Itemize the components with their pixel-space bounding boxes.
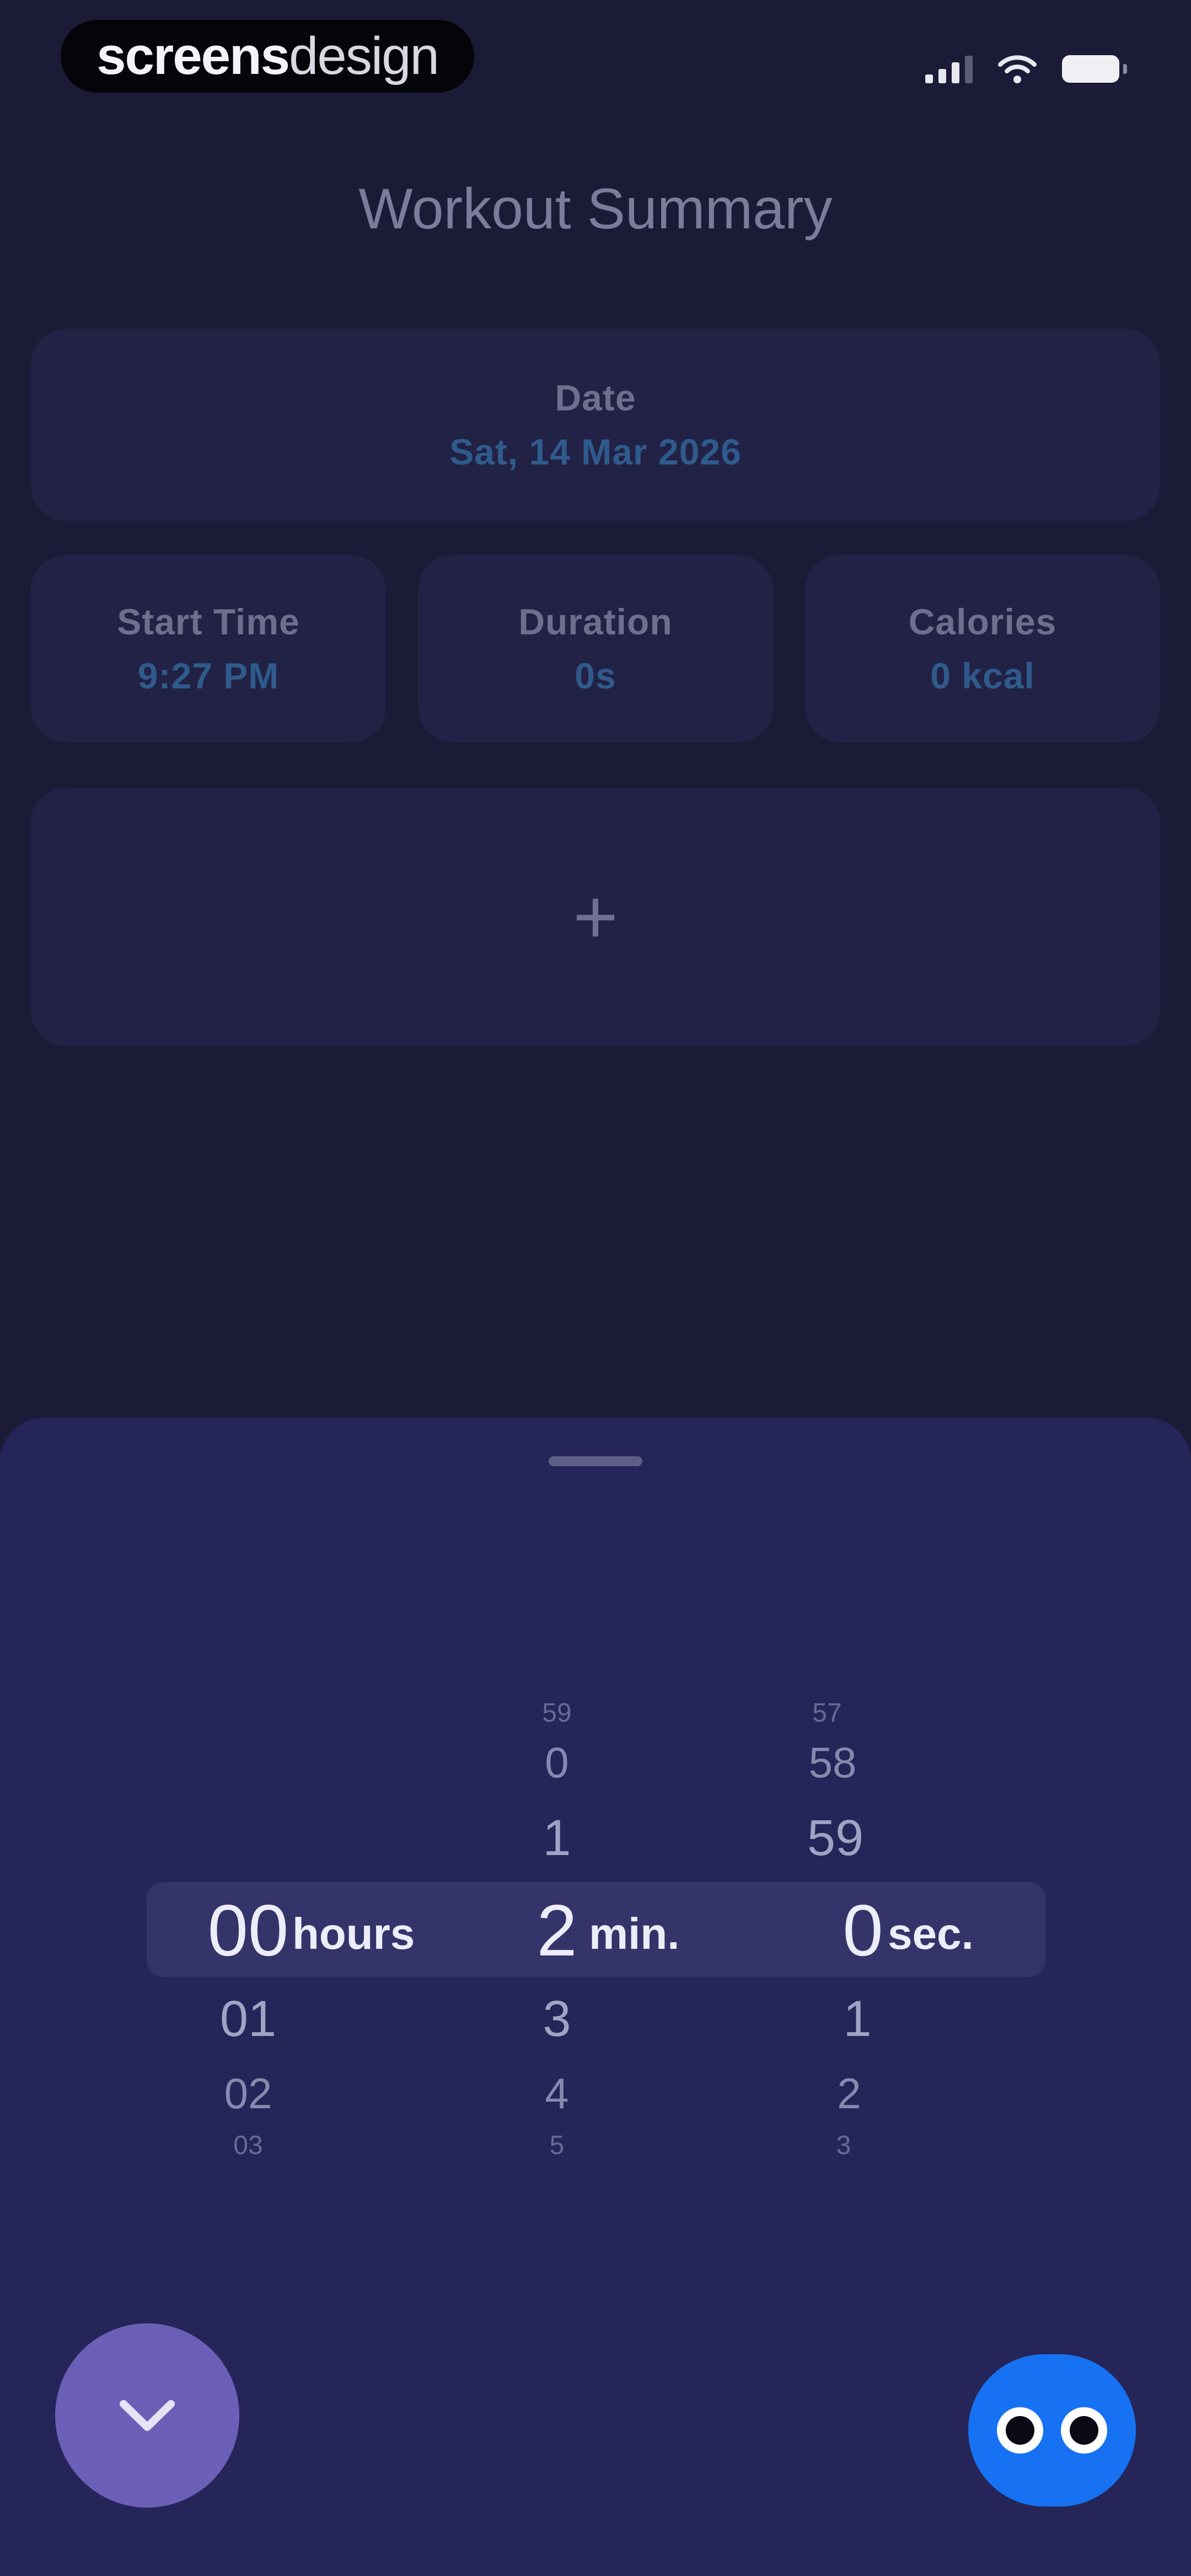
add-exercise-card[interactable]: + <box>31 788 1160 1046</box>
brand-part-1: screens <box>96 26 290 85</box>
start-time-card[interactable]: Start Time 9:27 PM <box>31 555 386 742</box>
hours-option: 02 <box>224 2069 272 2118</box>
calories-label: Calories <box>908 601 1057 642</box>
brand-watermark: screens design <box>61 20 474 93</box>
assistant-button[interactable] <box>968 2354 1136 2506</box>
assistant-eye-right-icon <box>1061 2407 1107 2454</box>
minutes-option: 1 <box>543 1810 571 1866</box>
duration-label: Duration <box>518 601 673 642</box>
seconds-option: 2 <box>837 2069 861 2118</box>
seconds-unit: sec. <box>888 1909 974 1958</box>
seconds-option: 59 <box>807 1810 864 1866</box>
duration-card[interactable]: Duration 0s <box>418 555 773 742</box>
duration-value: 0s <box>575 655 616 696</box>
brand-part-2: design <box>289 26 439 85</box>
minutes-option: 5 <box>549 2131 565 2160</box>
minutes-option: 3 <box>543 1991 571 2047</box>
wifi-icon <box>998 55 1037 83</box>
date-value: Sat, 14 Mar 2026 <box>449 431 742 472</box>
chevron-down-icon <box>120 2400 175 2431</box>
calories-card[interactable]: Calories 0 kcal <box>805 555 1160 742</box>
calories-value: 0 kcal <box>930 655 1035 696</box>
cellular-signal-icon <box>925 55 973 83</box>
hours-unit: hours <box>292 1909 415 1958</box>
assistant-eye-left-icon <box>997 2407 1043 2454</box>
plus-icon: + <box>573 873 618 960</box>
hours-option: 03 <box>233 2131 263 2160</box>
start-time-value: 9:27 PM <box>137 655 280 696</box>
seconds-option: 57 <box>812 1698 842 1728</box>
battery-icon <box>1062 55 1127 83</box>
start-time-label: Start Time <box>117 601 300 642</box>
status-icons <box>925 50 1127 88</box>
minutes-option: 4 <box>545 2069 569 2118</box>
date-label: Date <box>555 377 636 418</box>
hours-option: 01 <box>219 1991 277 2047</box>
seconds-option: 3 <box>836 2131 851 2160</box>
minutes-option: 59 <box>542 1698 572 1728</box>
minutes-unit: min. <box>589 1909 680 1958</box>
sheet-drag-handle[interactable] <box>549 1456 642 1466</box>
date-card[interactable]: Date Sat, 14 Mar 2026 <box>31 329 1160 521</box>
seconds-option: 1 <box>843 1991 872 2047</box>
minutes-option: 0 <box>545 1738 569 1787</box>
page-title: Workout Summary <box>358 177 833 241</box>
collapse-sheet-button[interactable] <box>55 2323 239 2508</box>
seconds-option: 58 <box>808 1738 857 1787</box>
